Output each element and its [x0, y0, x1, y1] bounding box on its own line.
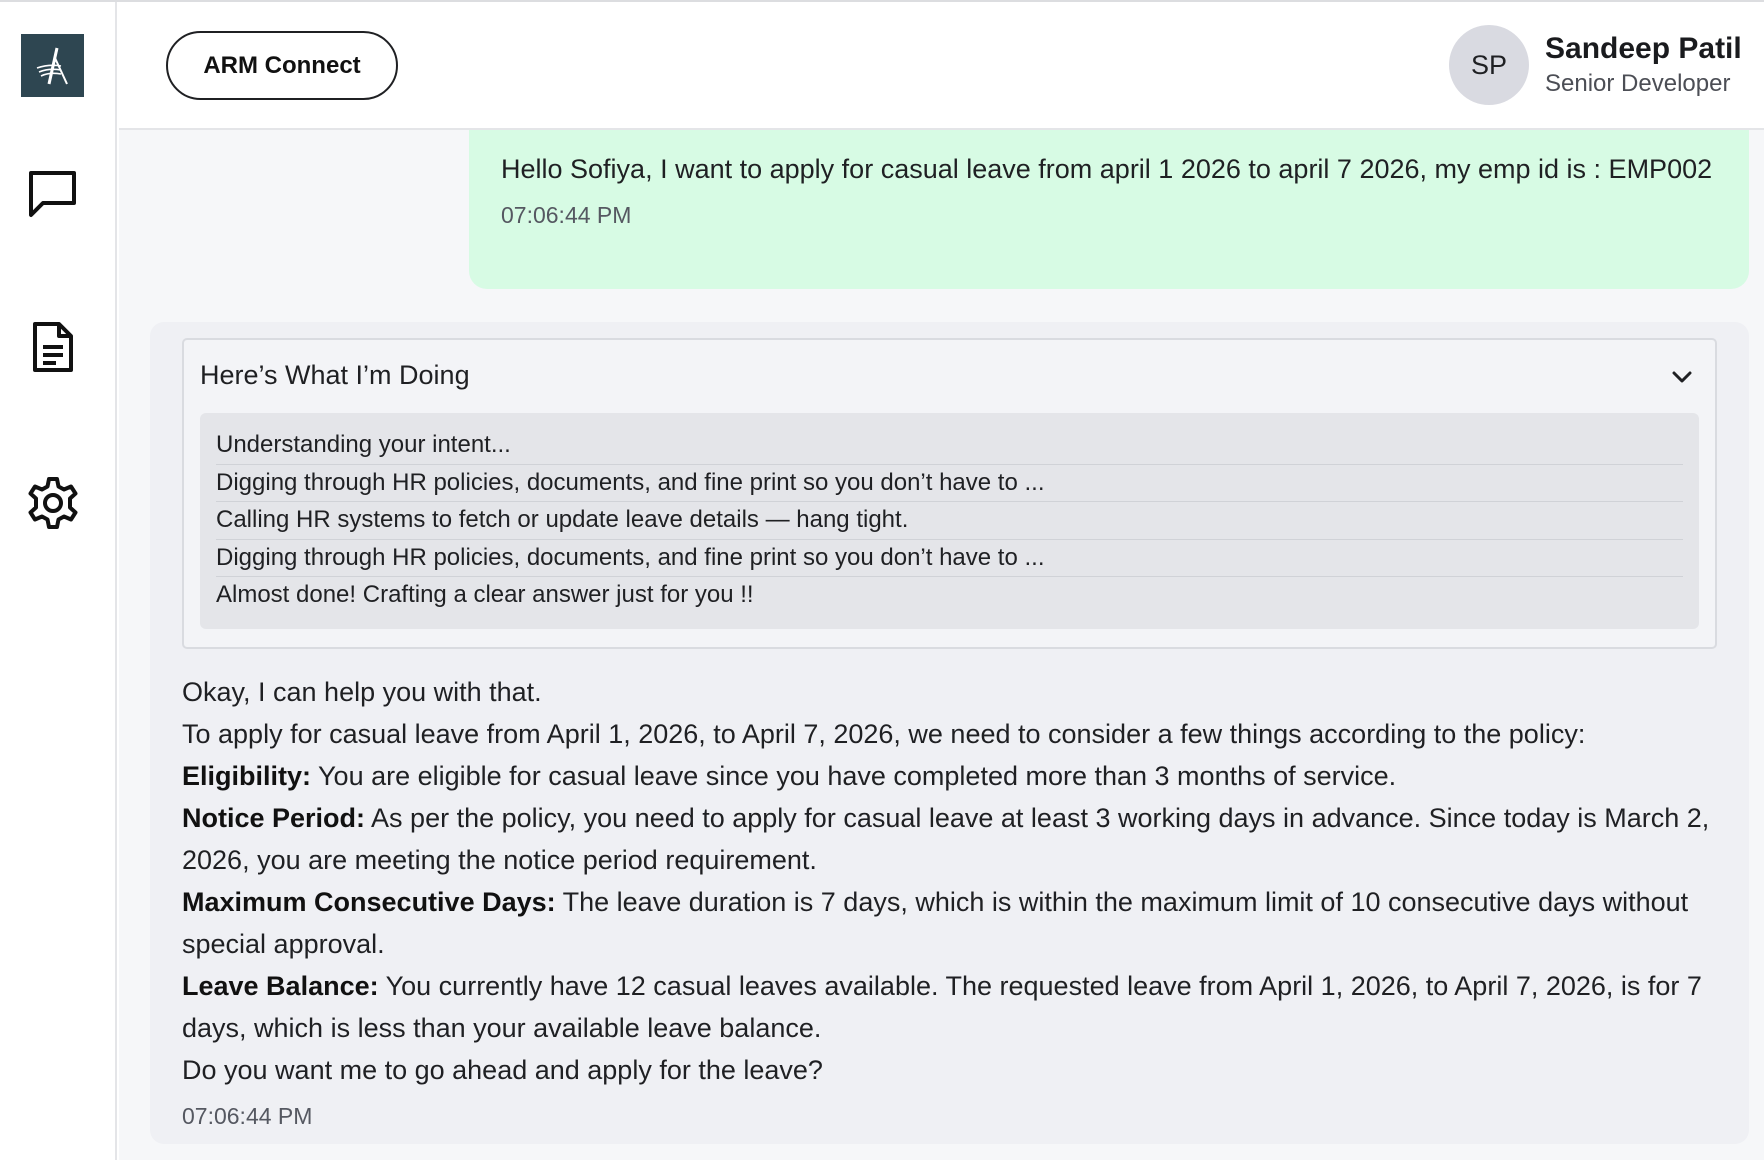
- arm-connect-button[interactable]: ARM Connect: [166, 31, 398, 100]
- point-label: Maximum Consecutive Days:: [182, 887, 556, 917]
- user-message-bubble: Hello Sofiya, I want to apply for casual…: [469, 130, 1749, 289]
- user-role: Senior Developer: [1545, 70, 1731, 97]
- chat-icon[interactable]: [26, 166, 80, 220]
- thinking-step: Digging through HR policies, documents, …: [216, 540, 1683, 577]
- chat-area: Hello Sofiya, I want to apply for casual…: [119, 130, 1764, 1160]
- logo-mark: [36, 47, 68, 84]
- point-text: You are eligible for casual leave since …: [311, 761, 1397, 791]
- bot-message-time: 07:06:44 PM: [182, 1103, 313, 1129]
- reply-lead: To apply for casual leave from April 1, …: [182, 719, 1586, 749]
- thinking-steps: Understanding your intent... Digging thr…: [200, 413, 1699, 629]
- user-name: Sandeep Patil: [1545, 32, 1742, 65]
- point-text: As per the policy, you need to apply for…: [182, 803, 1710, 875]
- thinking-step: Digging through HR policies, documents, …: [216, 465, 1683, 502]
- point-label: Leave Balance:: [182, 971, 379, 1001]
- reply-point-notice: Notice Period: As per the policy, you ne…: [182, 797, 1717, 881]
- thinking-title[interactable]: Here’s What I’m Doing: [200, 360, 470, 391]
- user-message-text: Hello Sofiya, I want to apply for casual…: [501, 154, 1713, 184]
- bot-message-bubble: Here’s What I’m Doing Understanding your…: [150, 322, 1749, 1144]
- thinking-panel: Here’s What I’m Doing Understanding your…: [182, 338, 1717, 649]
- user-message-time: 07:06:44 PM: [501, 202, 632, 228]
- reply-point-max-days: Maximum Consecutive Days: The leave dura…: [182, 881, 1717, 965]
- reply-point-eligibility: Eligibility: You are eligible for casual…: [182, 755, 1717, 797]
- thinking-step: Understanding your intent...: [216, 427, 1683, 465]
- document-icon[interactable]: [26, 320, 80, 374]
- reply-question: Do you want me to go ahead and apply for…: [182, 1055, 823, 1085]
- avatar[interactable]: SP: [1449, 25, 1529, 105]
- logo-icon[interactable]: [21, 34, 84, 97]
- point-text: You currently have 12 casual leaves avai…: [182, 971, 1702, 1043]
- header: ARM Connect SP Sandeep Patil Senior Deve…: [119, 2, 1764, 130]
- chevron-down-icon[interactable]: [1669, 364, 1695, 390]
- settings-icon[interactable]: [26, 476, 80, 530]
- point-label: Notice Period:: [182, 803, 366, 833]
- thinking-step: Calling HR systems to fetch or update le…: [216, 502, 1683, 540]
- bot-reply: Okay, I can help you with that. To apply…: [182, 671, 1717, 1091]
- sidebar: [0, 2, 117, 1160]
- reply-intro: Okay, I can help you with that.: [182, 677, 542, 707]
- point-label: Eligibility:: [182, 761, 312, 791]
- reply-point-balance: Leave Balance: You currently have 12 cas…: [182, 965, 1717, 1049]
- thinking-step: Almost done! Crafting a clear answer jus…: [216, 581, 754, 608]
